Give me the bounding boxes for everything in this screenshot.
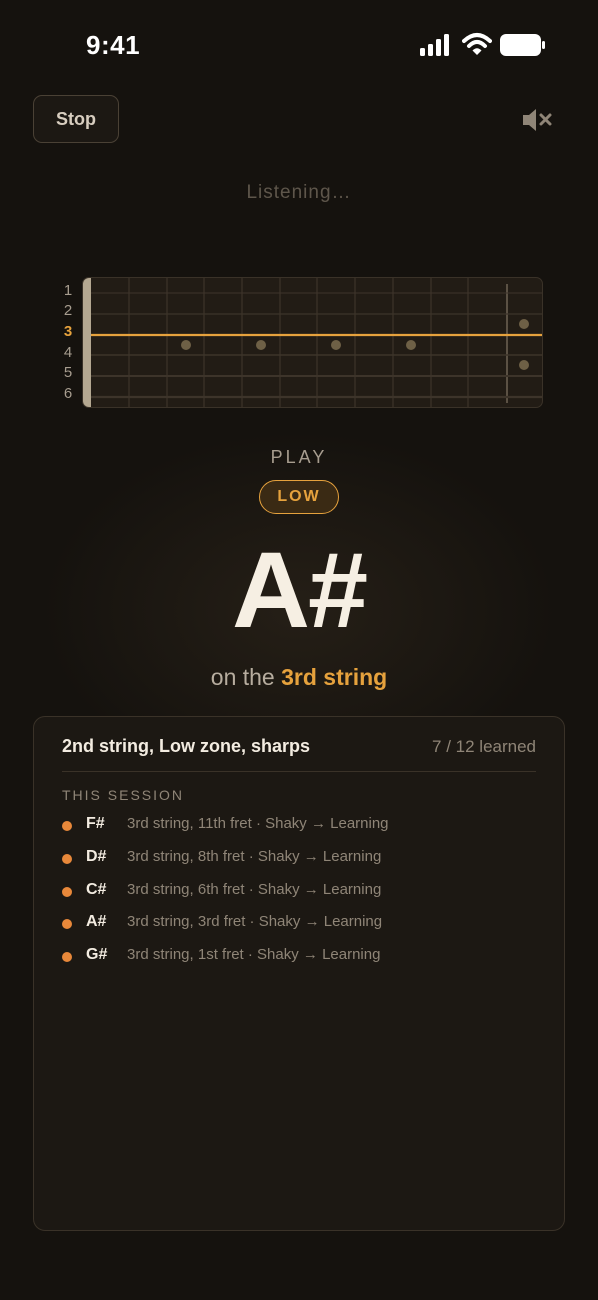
battery-icon xyxy=(500,34,545,56)
string-label-2: 2 xyxy=(63,302,73,319)
item-detail: 3rd string, 8th fret · Shaky → Learning xyxy=(127,847,382,865)
status-dot xyxy=(62,821,72,831)
item-note: A# xyxy=(86,913,107,931)
item-detail: 3rd string, 6th fret · Shaky → Learning xyxy=(127,880,382,898)
target-string: on the 3rd string xyxy=(0,664,598,691)
status-dot xyxy=(62,886,72,897)
string-label-6: 6 xyxy=(63,385,73,402)
status-dot xyxy=(62,853,72,864)
string-highlight: 3rd string xyxy=(281,664,388,690)
string-labels: 1 2 3 4 5 6 xyxy=(56,280,80,406)
item-detail: 3rd string, 11th fret · Shaky → Learning xyxy=(127,815,389,832)
nut xyxy=(83,278,91,407)
item-note: F# xyxy=(86,815,105,832)
list-item: G# 3rd string, 1st fret · Shaky → Learni… xyxy=(62,944,536,977)
card-divider xyxy=(62,771,536,772)
string-label-5: 5 xyxy=(63,364,73,381)
item-note: G# xyxy=(86,946,108,963)
string-label-1: 1 xyxy=(63,282,73,299)
play-label: PLAY xyxy=(270,447,328,467)
item-note: D# xyxy=(86,847,107,865)
status-bar: 9:41 xyxy=(0,0,598,88)
session-progress: 7 / 12 learned xyxy=(432,737,536,756)
session-heading: THIS SESSION xyxy=(62,787,185,803)
list-item: F# 3rd string, 11th fret · Shaky → Learn… xyxy=(62,813,536,846)
fretboard-diagram xyxy=(83,278,542,407)
item-detail: 3rd string, 3rd fret · Shaky → Learning xyxy=(127,913,383,931)
session-list: F# 3rd string, 11th fret · Shaky → Learn… xyxy=(62,813,536,977)
fretboard xyxy=(82,277,543,408)
session-card: 2nd string, Low zone, sharps 7 / 12 lear… xyxy=(33,716,565,1231)
listening-status: Listening… xyxy=(246,182,352,203)
stop-button[interactable]: Stop xyxy=(33,95,119,143)
target-note: A# xyxy=(231,529,368,650)
item-note: C# xyxy=(86,880,107,898)
string-label-3: 3 xyxy=(63,323,73,340)
on-the-text: on the xyxy=(210,664,275,690)
status-icons xyxy=(418,30,550,60)
status-dot xyxy=(62,952,72,962)
speaker-muted-icon[interactable] xyxy=(518,104,554,136)
status-dot xyxy=(62,919,72,930)
cellular-signal-icon xyxy=(420,34,449,56)
list-item: D# 3rd string, 8th fret · Shaky → Learni… xyxy=(62,846,536,879)
session-title: 2nd string, Low zone, sharps xyxy=(62,736,311,756)
status-time: 9:41 xyxy=(86,30,141,60)
wifi-icon xyxy=(462,33,492,55)
string-label-4: 4 xyxy=(63,344,73,361)
fret-lines xyxy=(128,278,469,407)
item-detail: 3rd string, 1st fret · Shaky → Learning xyxy=(127,946,381,963)
zone-badge: LOW xyxy=(259,480,339,514)
list-item: C# 3rd string, 6th fret · Shaky → Learni… xyxy=(62,879,536,912)
list-item: A# 3rd string, 3rd fret · Shaky → Learni… xyxy=(62,911,536,944)
